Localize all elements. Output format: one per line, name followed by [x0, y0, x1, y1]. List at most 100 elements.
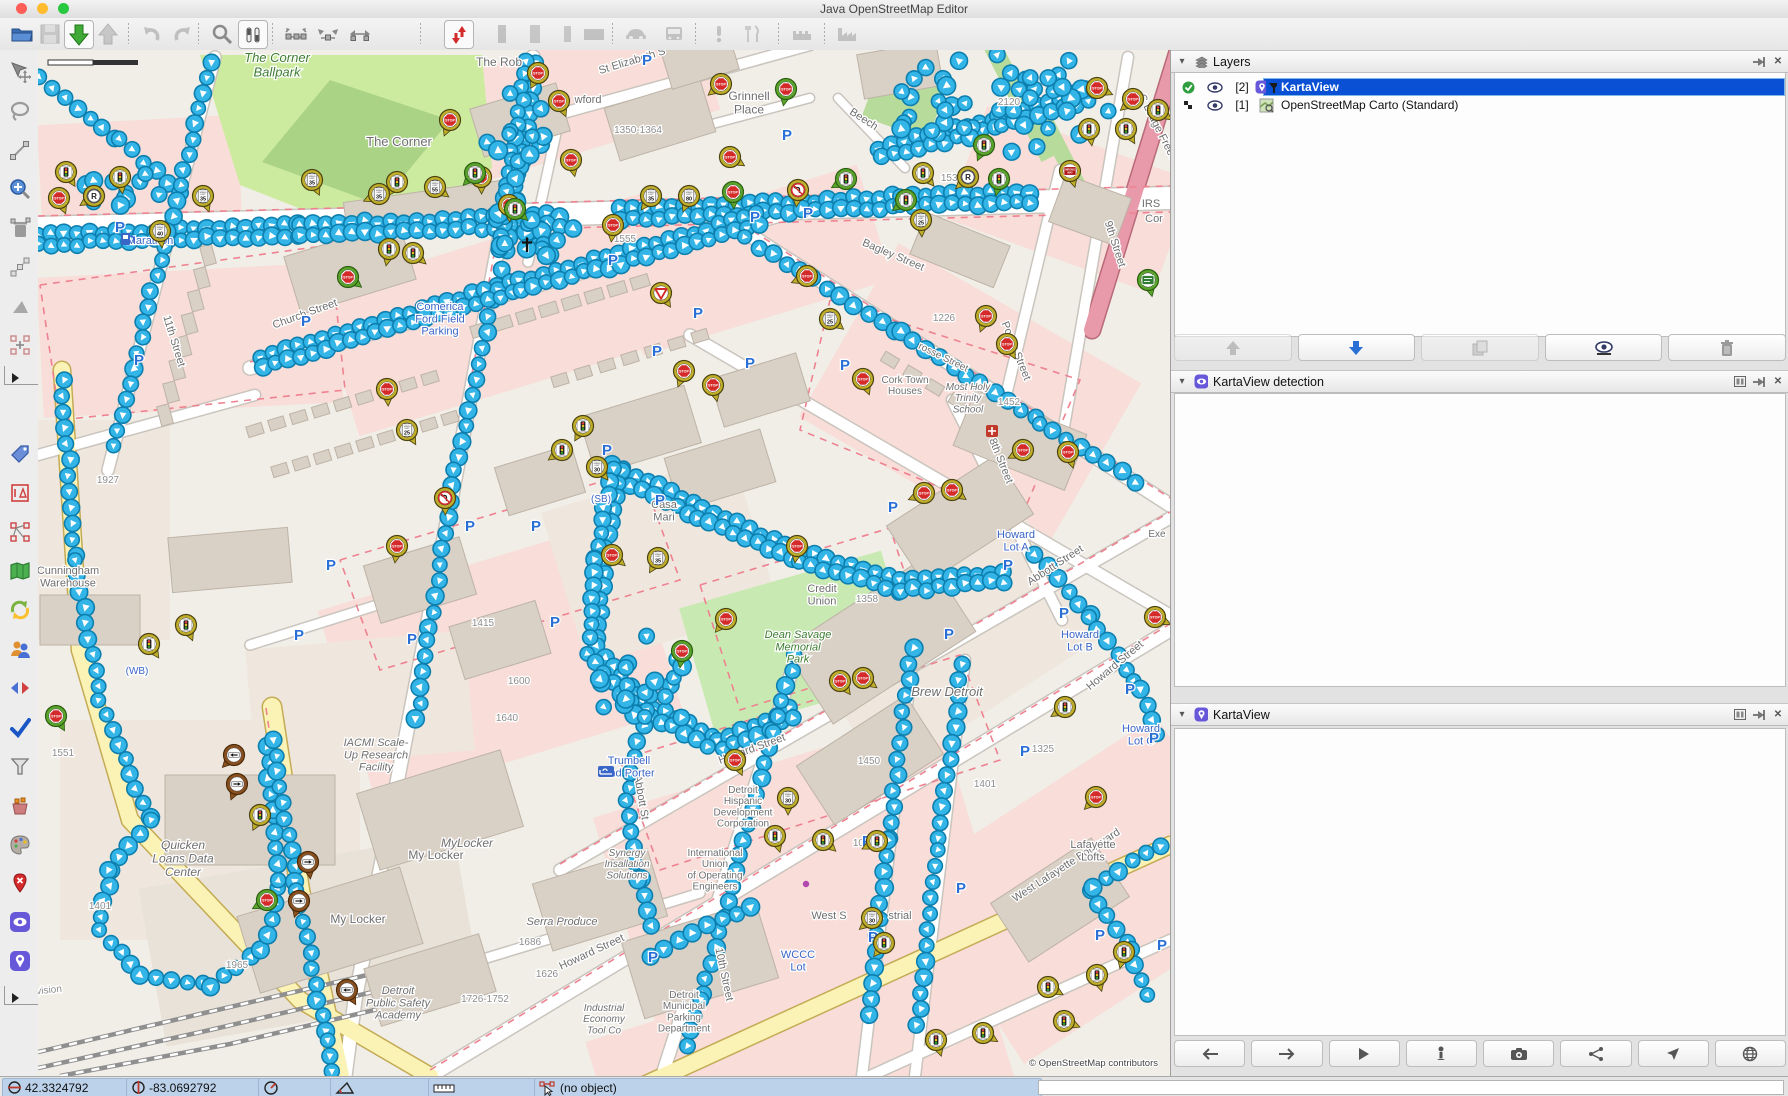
kv-share-button[interactable] — [1560, 1040, 1631, 1067]
selection-toggle-button[interactable] — [6, 479, 33, 506]
svg-text:R: R — [91, 192, 97, 201]
preferences-button[interactable] — [238, 20, 268, 49]
changeset-toggle-button[interactable] — [6, 596, 33, 623]
close-panel-icon[interactable]: ✕ — [1771, 708, 1785, 722]
detach-panel-icon[interactable] — [1733, 708, 1747, 722]
layer-row[interactable]: [1]OpenStreetMap Carto (Standard) — [1175, 96, 1785, 114]
validator-toggle-button[interactable] — [6, 713, 33, 740]
stick-panel-icon[interactable] — [1752, 55, 1766, 69]
upload-button[interactable] — [94, 20, 122, 47]
wall-button[interactable] — [580, 20, 608, 47]
kv-pegman-button[interactable] — [1406, 1040, 1477, 1067]
layer-move-down-button[interactable] — [1298, 334, 1416, 361]
svg-text:STOP: STOP — [1128, 98, 1138, 102]
map-styles-toggle-button[interactable] — [6, 557, 33, 584]
more-tools-expander[interactable] — [4, 366, 39, 385]
toolbar-separator — [612, 23, 613, 44]
collapse-icon[interactable]: ▾ — [1175, 375, 1189, 389]
reverse-ways-button[interactable] — [444, 20, 474, 49]
kv-next-button[interactable] — [1251, 1040, 1322, 1067]
merge-nodes-button[interactable] — [314, 20, 342, 47]
stick-panel-icon[interactable] — [1752, 708, 1766, 722]
collapse-icon[interactable]: ▾ — [1175, 708, 1189, 722]
draw-node-tool-button[interactable] — [6, 136, 33, 163]
heading-readout — [258, 1078, 336, 1096]
toolbar-separator — [824, 23, 825, 44]
map-label: 1452 — [998, 397, 1021, 408]
bus-button[interactable] — [660, 20, 688, 47]
svg-text:30: 30 — [594, 468, 600, 474]
kv-play-button[interactable] — [1329, 1040, 1400, 1067]
todo-toggle-button[interactable] — [6, 869, 33, 896]
kartaview-toggle-button[interactable] — [6, 947, 33, 974]
parking-symbol: P — [531, 518, 541, 535]
basket-toggle-button[interactable] — [6, 791, 33, 818]
barrier-2-button[interactable] — [521, 20, 549, 47]
layer-show-hide-button[interactable] — [1545, 334, 1663, 361]
conflict-toggle-button[interactable] — [6, 674, 33, 701]
layer-opacity-index: [1] — [1229, 98, 1255, 112]
layer-visibility-icon[interactable] — [1201, 82, 1229, 93]
warning-button[interactable] — [705, 20, 733, 47]
window-title: Java OpenStreetMap Editor — [0, 2, 1788, 16]
car-button[interactable] — [622, 20, 650, 47]
combine-ways-button[interactable] — [346, 20, 374, 47]
unglue-ways-button[interactable] — [282, 20, 310, 47]
barrier-3-button[interactable] — [553, 20, 581, 47]
layer-visibility-icon[interactable] — [1201, 100, 1229, 111]
barrier-1-button[interactable] — [488, 20, 516, 47]
building[interactable] — [168, 527, 292, 592]
delete-tool-button[interactable] — [6, 214, 33, 241]
paint-styles-toggle-button[interactable] — [6, 830, 33, 857]
distribute-tool-button[interactable] — [6, 253, 33, 280]
zoom-tool-button[interactable] — [6, 175, 33, 202]
download-button[interactable] — [64, 20, 94, 49]
improve-accuracy-tool-button[interactable] — [6, 292, 33, 319]
kv-direction-button[interactable] — [1638, 1040, 1709, 1067]
kv-previous-button[interactable] — [1174, 1040, 1245, 1067]
tags-toggle-button[interactable] — [6, 440, 33, 467]
kv-web-button[interactable] — [1715, 1040, 1786, 1067]
search-button[interactable] — [208, 20, 236, 47]
detach-panel-icon[interactable] — [1733, 375, 1747, 389]
map-label: 1450 — [858, 756, 881, 767]
svg-text:STOP: STOP — [343, 276, 353, 280]
stick-panel-icon[interactable] — [1752, 375, 1766, 389]
layer-delete-button[interactable] — [1668, 334, 1786, 361]
open-button[interactable] — [8, 20, 36, 47]
layers-list[interactable]: [2]KartaView[1]OpenStreetMap Carto (Stan… — [1174, 72, 1786, 337]
kartaview-detection-toggle-button[interactable] — [6, 908, 33, 935]
more-toggles-expander[interactable] — [4, 986, 39, 1005]
merge-tool-button[interactable] — [6, 331, 33, 358]
map-label: Cork TownHouses — [881, 375, 928, 397]
svg-text:STOP: STOP — [716, 83, 726, 87]
svg-text:STOP: STOP — [392, 545, 402, 549]
svg-text:25: 25 — [404, 431, 410, 437]
map-label: 1965 — [226, 960, 249, 971]
layer-row[interactable]: [2]KartaView — [1175, 78, 1785, 96]
close-panel-icon[interactable]: ✕ — [1771, 375, 1785, 389]
relations-toggle-button[interactable] — [6, 518, 33, 545]
select-tool-button[interactable] — [6, 58, 33, 85]
kv-camera-button[interactable] — [1483, 1040, 1554, 1067]
undo-button[interactable] — [138, 20, 166, 47]
collapse-icon[interactable]: ▾ — [1175, 55, 1189, 69]
svg-text:R: R — [965, 173, 971, 182]
restaurant-button[interactable] — [738, 20, 766, 47]
authors-toggle-button[interactable] — [6, 635, 33, 662]
layer-duplicate-button[interactable] — [1421, 334, 1539, 361]
factory-button[interactable] — [833, 20, 861, 47]
svg-text:STOP: STOP — [835, 680, 845, 684]
filter-toggle-button[interactable] — [6, 752, 33, 779]
scale-bar — [48, 60, 138, 65]
lasso-tool-button[interactable] — [6, 97, 33, 124]
map-view[interactable]: The CornerBallparkThe CornerThe RobSt El… — [38, 50, 1170, 1076]
layer-move-up-button[interactable] — [1174, 334, 1292, 361]
layer-edit-icon[interactable] — [1175, 99, 1201, 112]
save-button[interactable] — [36, 20, 64, 47]
redo-button[interactable] — [168, 20, 196, 47]
close-panel-icon[interactable]: ✕ — [1771, 55, 1785, 69]
layer-active-icon[interactable] — [1175, 81, 1201, 94]
castle-button[interactable] — [788, 20, 816, 47]
map-label: My Locker — [408, 848, 463, 862]
